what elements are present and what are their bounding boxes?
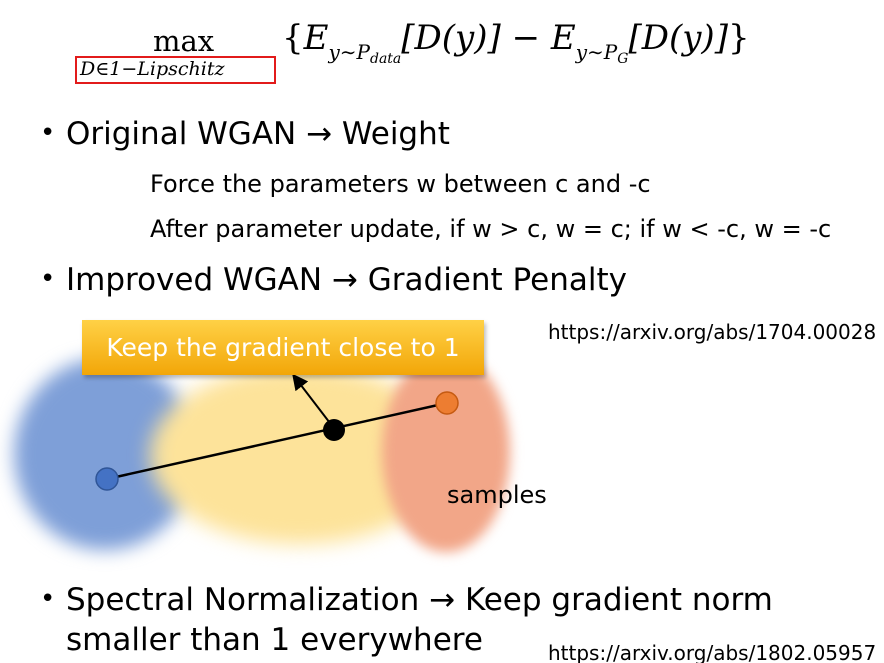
interpolation-line	[106, 401, 448, 481]
samples-label: samples	[447, 481, 547, 509]
bullet-spectral-norm-line-2: smaller than 1 everywhere	[66, 622, 483, 658]
real-sample-point	[95, 467, 119, 491]
slide: max D∈1−Lipschitz {Ey∼Pdata[D(y)] − Ey∼P…	[0, 0, 884, 663]
gradient-arrow	[292, 373, 334, 428]
gradient-callout: Keep the gradient close to 1	[82, 320, 484, 375]
bullet-marker: •	[40, 584, 56, 614]
interpolated-sample-point	[323, 419, 345, 441]
generated-sample-point	[435, 391, 459, 415]
spectral-norm-paper-link[interactable]: https://arxiv.org/abs/1802.05957	[548, 641, 876, 663]
bullet-spectral-norm-line-1: Spectral Normalization → Keep gradient n…	[66, 582, 773, 618]
